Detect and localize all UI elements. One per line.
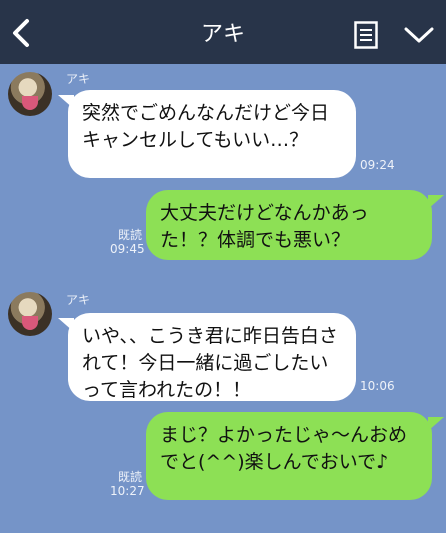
message-text: いや、、こうき君に昨日告白されて！今日一緒に過ごしたいって言われたの！！ bbox=[82, 325, 338, 401]
message-text: まじ？よかったじゃ～んおめでと(^^)楽しんでおいで♪ bbox=[160, 424, 408, 473]
avatar[interactable] bbox=[8, 72, 52, 116]
message-time: 10:06 bbox=[360, 379, 395, 393]
sender-name: アキ bbox=[66, 293, 91, 307]
message-text: 突然でごめんなんだけど今日キャンセルしてもいい…？ bbox=[82, 102, 330, 151]
sender-name: アキ bbox=[66, 72, 91, 86]
avatar[interactable] bbox=[8, 292, 52, 336]
message-time: 09:24 bbox=[360, 158, 395, 172]
message-bubble-outgoing[interactable]: 大丈夫だけどなんかあった！？体調でも悪い？ bbox=[146, 190, 432, 260]
chat-header: アキ bbox=[0, 0, 446, 64]
message-bubble-incoming[interactable]: 突然でごめんなんだけど今日キャンセルしてもいい…？ bbox=[68, 90, 356, 178]
read-receipt: 既読 bbox=[117, 228, 142, 242]
message-text: 大丈夫だけどなんかあった！？体調でも悪い？ bbox=[160, 202, 369, 251]
chevron-down-icon[interactable] bbox=[404, 25, 434, 45]
read-receipt: 既読 bbox=[117, 470, 142, 484]
message-bubble-outgoing[interactable]: まじ？よかったじゃ～んおめでと(^^)楽しんでおいで♪ bbox=[146, 412, 432, 500]
message-time: 09:45 bbox=[110, 242, 145, 256]
message-bubble-incoming[interactable]: いや、、こうき君に昨日告白されて！今日一緒に過ごしたいって言われたの！！ bbox=[68, 313, 356, 401]
note-icon[interactable] bbox=[354, 21, 378, 49]
message-time: 10:27 bbox=[110, 484, 145, 498]
chat-title: アキ bbox=[200, 22, 245, 47]
